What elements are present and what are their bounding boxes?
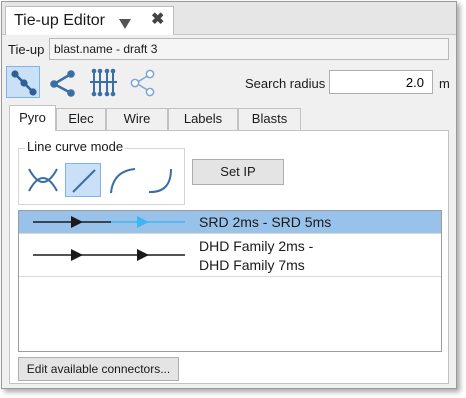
connect-line-tool-button[interactable] bbox=[6, 66, 40, 98]
bus-connect-icon bbox=[90, 68, 117, 97]
line-curve-mode-group: Line curve mode bbox=[18, 139, 185, 205]
connect-line-icon bbox=[11, 70, 37, 96]
tab-elec[interactable]: Elec bbox=[56, 108, 106, 130]
line-curve-mode-title: Line curve mode bbox=[25, 139, 126, 154]
s-curve-icon bbox=[148, 168, 172, 194]
connector-line-icon bbox=[33, 216, 185, 228]
edit-available-connectors-button[interactable]: Edit available connectors... bbox=[18, 357, 179, 381]
connector-label: SRD 2ms - SRD 5ms bbox=[199, 214, 332, 230]
curve-mode-straight-button[interactable] bbox=[65, 163, 101, 197]
branch-connect-icon bbox=[50, 70, 75, 97]
search-radius-unit: m bbox=[439, 76, 450, 91]
pyro-tab-panel: Line curve mode Set IP SRD 2ms - SRD 5ms… bbox=[9, 130, 449, 384]
triangle-down-icon[interactable] bbox=[119, 16, 131, 34]
tab-pyro[interactable]: Pyro bbox=[9, 105, 56, 131]
search-radius-label: Search radius bbox=[245, 76, 326, 91]
tie-up-editor-window: Tie-up Editor ✖ Tie-up blast.name - draf… bbox=[1, 1, 457, 389]
share-outline-tool-button[interactable] bbox=[126, 66, 160, 98]
connector-label: DHD Family 2ms - DHD Family 7ms bbox=[199, 238, 314, 273]
connector-row-srd[interactable]: SRD 2ms - SRD 5ms bbox=[19, 211, 441, 234]
connector-list[interactable]: SRD 2ms - SRD 5ms DHD Family 2ms - DHD F… bbox=[18, 210, 442, 352]
document-tabstrip: Tie-up Editor ✖ bbox=[2, 2, 456, 35]
tie-up-label: Tie-up bbox=[8, 42, 45, 57]
tab-labels[interactable]: Labels bbox=[168, 108, 238, 130]
tab-wire[interactable]: Wire bbox=[106, 108, 168, 130]
connector-row-dhd[interactable]: DHD Family 2ms - DHD Family 7ms bbox=[19, 234, 441, 277]
bus-connect-tool-button[interactable] bbox=[86, 66, 120, 98]
share-outline-icon bbox=[130, 69, 155, 97]
tie-up-name-field[interactable] bbox=[49, 38, 449, 60]
curve-mode-cross-button[interactable] bbox=[25, 163, 61, 197]
search-radius-input[interactable] bbox=[329, 70, 433, 94]
curve-mode-s-button[interactable] bbox=[143, 163, 179, 197]
arc-curve-icon bbox=[110, 168, 136, 194]
straight-line-icon bbox=[72, 169, 96, 193]
tie-up-editor-tab[interactable]: Tie-up Editor ✖ bbox=[5, 6, 174, 35]
set-ip-button[interactable]: Set IP bbox=[192, 159, 284, 185]
branch-connect-tool-button[interactable] bbox=[46, 66, 80, 98]
tab-title: Tie-up Editor bbox=[14, 12, 105, 29]
close-icon[interactable]: ✖ bbox=[151, 11, 164, 29]
cross-curve-icon bbox=[28, 168, 58, 192]
connector-line-icon bbox=[33, 249, 185, 261]
tab-blasts[interactable]: Blasts bbox=[238, 108, 301, 130]
curve-mode-arc-button[interactable] bbox=[105, 163, 141, 197]
